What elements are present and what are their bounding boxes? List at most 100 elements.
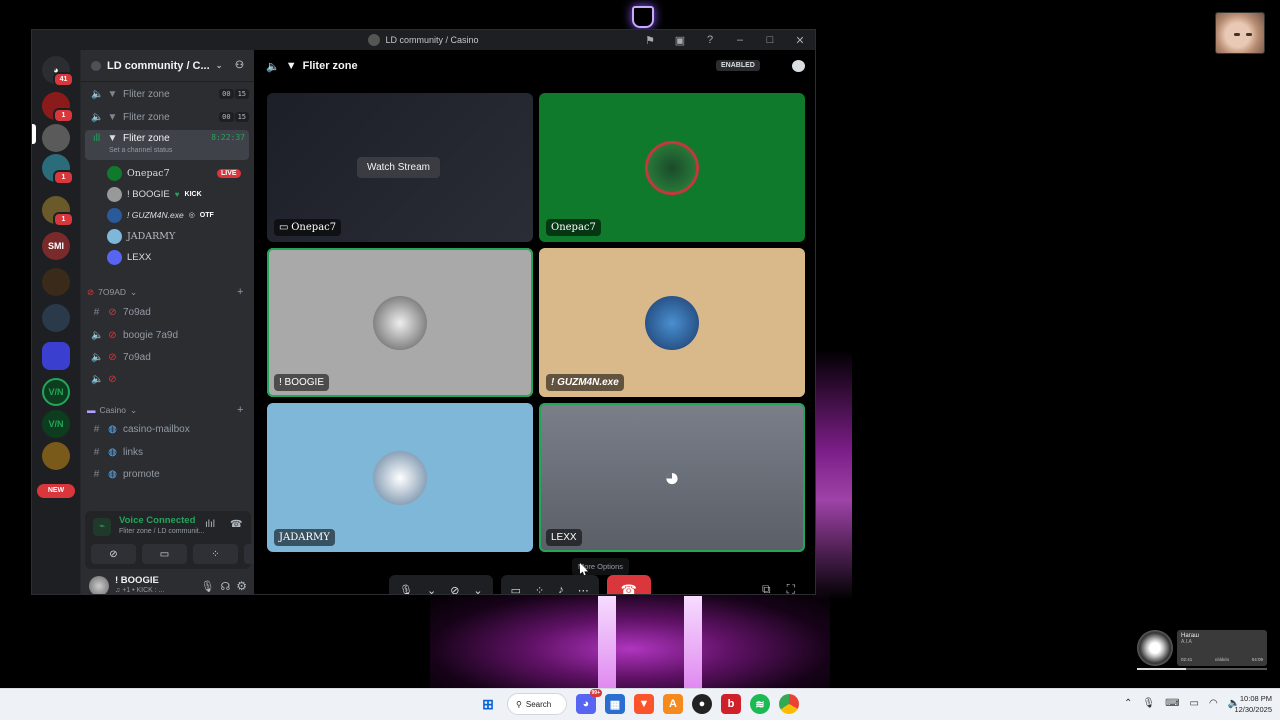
headphones-icon[interactable]: ☊: [220, 580, 230, 593]
text-channel-row[interactable]: # ◍ promote: [85, 464, 249, 484]
monitor-icon[interactable]: ▭: [1190, 698, 1199, 709]
noise-suppression-icon[interactable]: ılıl: [205, 519, 215, 530]
server-folder-2[interactable]: SMI: [42, 232, 70, 260]
voice-user-name: ! BOOGIE: [127, 188, 170, 200]
home-button[interactable]: ◕ 41: [42, 56, 74, 87]
text-channel-row[interactable]: # ◍ links: [85, 442, 249, 462]
username: ! BOOGIE: [115, 575, 159, 586]
server-icon-2[interactable]: [42, 124, 70, 152]
voice-channel-row[interactable]: 🔈 ▼ Fliter zone 00 15: [85, 84, 249, 104]
user-info[interactable]: ! BOOGIE ♫ +1 • KICK : ...: [115, 576, 165, 595]
add-member-icon[interactable]: ⚇: [235, 60, 244, 71]
windows-start-icon[interactable]: ⊞: [478, 694, 498, 714]
video-tile-speaking[interactable]: ! BOOGIE: [267, 248, 533, 397]
folder-icon[interactable]: [42, 342, 70, 370]
spotify-icon[interactable]: ≋: [750, 694, 770, 714]
microphone-tray-icon[interactable]: 🎙: [1142, 698, 1155, 709]
taskbar-apps: ⊞ ⚲ Search ◕ 99+ ▦ ▼ A ● b ≋: [478, 689, 799, 715]
text-channel-row[interactable]: # ◍ casino-mailbox: [85, 419, 249, 439]
chevron-up-icon[interactable]: ⌃: [1124, 698, 1132, 709]
server-folder-4[interactable]: [42, 304, 70, 332]
minimize-button[interactable]: –: [733, 34, 747, 46]
more-options-icon[interactable]: ⋯: [578, 584, 589, 595]
gear-icon[interactable]: ⚙: [236, 579, 255, 593]
voice-user-row[interactable]: ! BOOGIE ♥ KICK: [107, 184, 202, 204]
screen-share-button[interactable]: ▭: [142, 544, 187, 564]
search-box[interactable]: ⚲ Search: [507, 693, 567, 715]
app-a-icon[interactable]: A: [663, 694, 683, 714]
keyboard-icon[interactable]: ⌨: [1165, 698, 1179, 709]
voice-location[interactable]: Fliter zone / LD communit...: [119, 528, 205, 535]
disconnect-button[interactable]: ☎: [606, 575, 651, 594]
microphone-icon[interactable]: 🎙: [399, 584, 413, 595]
music-widget[interactable]: Нагаш A.I.A 02:41 ıılılılıılıı 04:09: [1137, 630, 1267, 670]
voice-channel-row[interactable]: 🔈 ▼ Fliter zone 00 15: [85, 107, 249, 127]
inbox-icon[interactable]: ▣: [673, 34, 687, 47]
channel-name: 7o9ad: [123, 306, 151, 318]
desktop-photo-thumbnail[interactable]: [1215, 12, 1265, 54]
server-icon-vn-2[interactable]: V/N: [42, 410, 70, 438]
avatar: [645, 295, 699, 350]
channel-status-hint[interactable]: Set a channel status: [109, 147, 172, 154]
video-tile-stream[interactable]: Watch Stream ▭ Onepac7: [267, 93, 533, 242]
help-icon[interactable]: ?: [703, 34, 717, 46]
trophy-icon: ▼: [285, 60, 297, 72]
avatar[interactable]: [89, 576, 109, 594]
category-header[interactable]: ⊘ 7O9AD ⌄ +: [87, 284, 243, 300]
video-tile[interactable]: Onepac7: [539, 93, 805, 242]
app-dark-icon[interactable]: ●: [692, 694, 712, 714]
video-tile[interactable]: ! GUZM4N.exe: [539, 248, 805, 397]
maximize-button[interactable]: □: [763, 34, 777, 46]
video-tile-speaking[interactable]: ◕ LEXX: [539, 403, 805, 552]
voice-channel-row-active[interactable]: ıll ▼ Fliter zone 8:22:37 Set a channel …: [85, 130, 249, 160]
server-folder-3[interactable]: [42, 268, 70, 296]
watch-stream-button[interactable]: Watch Stream: [357, 157, 440, 178]
app-red-icon[interactable]: b: [721, 694, 741, 714]
channel-name: Fliter zone: [123, 111, 170, 123]
chevron-down-icon: ⌄: [129, 404, 138, 415]
category-header[interactable]: ▬ Casino ⌄ +: [87, 402, 243, 418]
brave-icon[interactable]: ▼: [634, 694, 654, 714]
disconnect-icon[interactable]: ☎: [230, 519, 242, 530]
server-icon-casino[interactable]: [42, 442, 70, 470]
server-icon-vn-1[interactable]: V/N: [42, 378, 70, 406]
chevron-down-icon[interactable]: ⌄: [473, 584, 482, 595]
server-icon-1[interactable]: 1: [42, 92, 74, 123]
voice-channel-row[interactable]: 🔈 ⊘: [85, 369, 249, 389]
microphone-icon[interactable]: 🎙: [200, 580, 214, 593]
activities-button[interactable]: ⁘: [193, 544, 238, 564]
voice-user-name: Onepac7: [127, 167, 170, 179]
pop-out-icon[interactable]: ⧉: [762, 582, 771, 594]
voice-user-row[interactable]: LEXX: [107, 247, 151, 267]
activities-icon[interactable]: ⁘: [535, 584, 544, 595]
camera-off-icon[interactable]: ⊘: [450, 584, 459, 595]
tile-name: LEXX: [546, 529, 582, 546]
add-channel-icon[interactable]: +: [237, 286, 243, 298]
voice-user-row[interactable]: JADARMY: [107, 226, 175, 246]
server-folder-1[interactable]: 1: [42, 196, 74, 227]
server-icon-3[interactable]: 1: [42, 154, 74, 185]
chevron-down-icon[interactable]: ⌄: [427, 584, 436, 595]
clock[interactable]: 10:08 PM 12/30/2025: [1222, 693, 1272, 715]
wifi-icon[interactable]: ◠: [1209, 698, 1218, 709]
close-button[interactable]: ✕: [793, 34, 807, 47]
voice-channel-row[interactable]: 🔈 ⊘ 7o9ad: [85, 347, 249, 367]
photos-app-icon[interactable]: ▦: [605, 694, 625, 714]
flag-icon[interactable]: ⚑: [643, 34, 657, 47]
signal-icon[interactable]: ⌁: [93, 518, 111, 536]
chrome-icon[interactable]: [779, 694, 799, 714]
guild-header[interactable]: LD community / C... ⌄ ⚇: [81, 50, 254, 82]
add-channel-icon[interactable]: +: [237, 404, 243, 416]
voice-channel-row[interactable]: 🔈 ⊘ boogie 7a9d: [85, 325, 249, 345]
track-progress[interactable]: [1137, 668, 1267, 670]
discord-app-icon[interactable]: ◕ 99+: [576, 689, 602, 714]
soundboard-icon[interactable]: ♪: [558, 584, 564, 594]
chat-icon[interactable]: [792, 60, 805, 72]
camera-off-button[interactable]: ⊘: [91, 544, 136, 564]
fullscreen-icon[interactable]: ⛶: [787, 582, 795, 594]
video-tile[interactable]: JADARMY: [267, 403, 533, 552]
screen-share-icon[interactable]: ▭: [511, 584, 521, 595]
voice-user-row[interactable]: Onepac7 LIVE: [107, 163, 241, 183]
text-channel-row[interactable]: # ⊘ 7o9ad: [85, 302, 249, 322]
voice-user-row[interactable]: ! GUZM4N.exe ◎ OTF: [107, 205, 214, 225]
